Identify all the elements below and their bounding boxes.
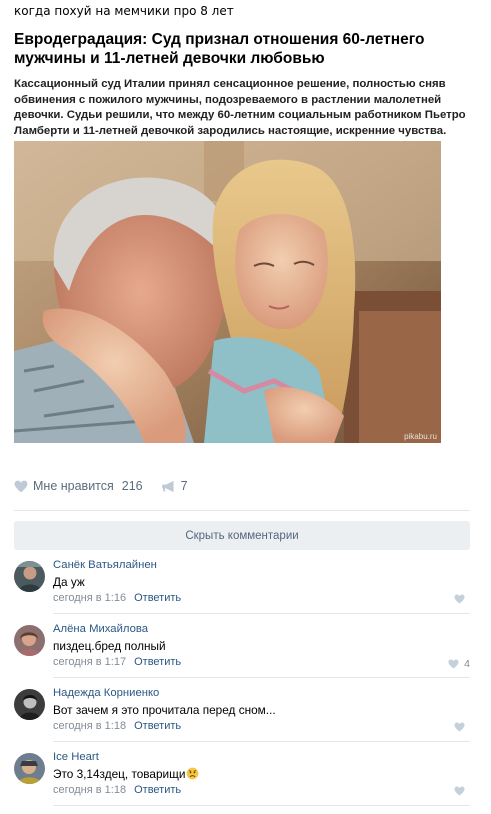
- share-count: 7: [180, 479, 188, 493]
- comment-like-button[interactable]: [454, 786, 470, 796]
- comment-like-count: 4: [464, 658, 470, 670]
- comment-time[interactable]: сегодня в 1:16: [53, 592, 126, 604]
- comment-author[interactable]: Алёна Михайлова: [53, 623, 148, 635]
- like-button[interactable]: Мне нравится 216: [14, 479, 143, 493]
- divider: [53, 677, 470, 678]
- comment-meta: сегодня в 1:16 Ответить: [53, 592, 181, 604]
- article-lead: Кассационный суд Италии принял сенсацион…: [14, 78, 466, 137]
- article-photo[interactable]: pikabu.ru: [14, 141, 441, 443]
- divider: [53, 613, 470, 614]
- comment-meta: сегодня в 1:18 Ответить: [53, 720, 181, 732]
- hide-comments-button[interactable]: Скрыть комментарии: [14, 521, 470, 550]
- heart-icon: [454, 594, 465, 604]
- post-actions: Мне нравится 216 7: [14, 478, 188, 494]
- like-label: Мне нравится: [33, 479, 114, 493]
- comment-author[interactable]: Ice Heart: [53, 751, 99, 763]
- comment-text: Да уж: [53, 575, 85, 589]
- comment-meta: сегодня в 1:17 Ответить: [53, 656, 181, 668]
- like-count: 216: [121, 479, 143, 493]
- reply-link[interactable]: Ответить: [134, 784, 181, 796]
- heart-icon: [454, 786, 465, 796]
- divider: [53, 805, 470, 806]
- avatar[interactable]: [14, 753, 45, 784]
- heart-icon: [448, 659, 459, 669]
- watermark: pikabu.ru: [404, 432, 437, 441]
- comment-text-content: Это 3,14здец, товарищи: [53, 767, 186, 781]
- article-headline[interactable]: Евродеградация: Суд признал отношения 60…: [14, 30, 479, 68]
- comment-item: Надежда Корниенко Вот зачем я это прочит…: [14, 687, 470, 753]
- comment-time[interactable]: сегодня в 1:18: [53, 720, 126, 732]
- reply-link[interactable]: Ответить: [134, 656, 181, 668]
- avatar[interactable]: [14, 689, 45, 720]
- comment-meta: сегодня в 1:18 Ответить: [53, 784, 181, 796]
- divider: [14, 510, 470, 511]
- avatar[interactable]: [14, 561, 45, 592]
- comment-author[interactable]: Надежда Корниенко: [53, 687, 159, 699]
- comment-like-button[interactable]: 4: [448, 658, 470, 670]
- comment-time[interactable]: сегодня в 1:17: [53, 656, 126, 668]
- share-button[interactable]: 7: [161, 479, 188, 493]
- avatar[interactable]: [14, 625, 45, 656]
- divider: [53, 741, 470, 742]
- megaphone-icon: [161, 480, 174, 492]
- reply-link[interactable]: Ответить: [134, 720, 181, 732]
- photo-illustration: [14, 141, 441, 443]
- reply-link[interactable]: Ответить: [134, 592, 181, 604]
- comment-text: Это 3,14здец, товарищи: [53, 767, 199, 781]
- worried-face-icon: [187, 767, 199, 780]
- comment-author[interactable]: Санёк Ватьялайнен: [53, 559, 157, 571]
- comment-item: Алёна Михайлова пиздец.бред полный сегод…: [14, 623, 470, 689]
- comment-like-button[interactable]: [454, 594, 470, 604]
- comment-text: Вот зачем я это прочитала перед сном...: [53, 703, 276, 717]
- post-caption: когда похуй на мемчики про 8 лет: [14, 4, 234, 18]
- comment-time[interactable]: сегодня в 1:18: [53, 784, 126, 796]
- comment-text: пиздец.бред полный: [53, 639, 166, 653]
- heart-icon: [14, 480, 28, 492]
- comment-item: Санёк Ватьялайнен Да уж сегодня в 1:16 От…: [14, 559, 470, 625]
- heart-icon: [454, 722, 465, 732]
- comment-like-button[interactable]: [454, 722, 470, 732]
